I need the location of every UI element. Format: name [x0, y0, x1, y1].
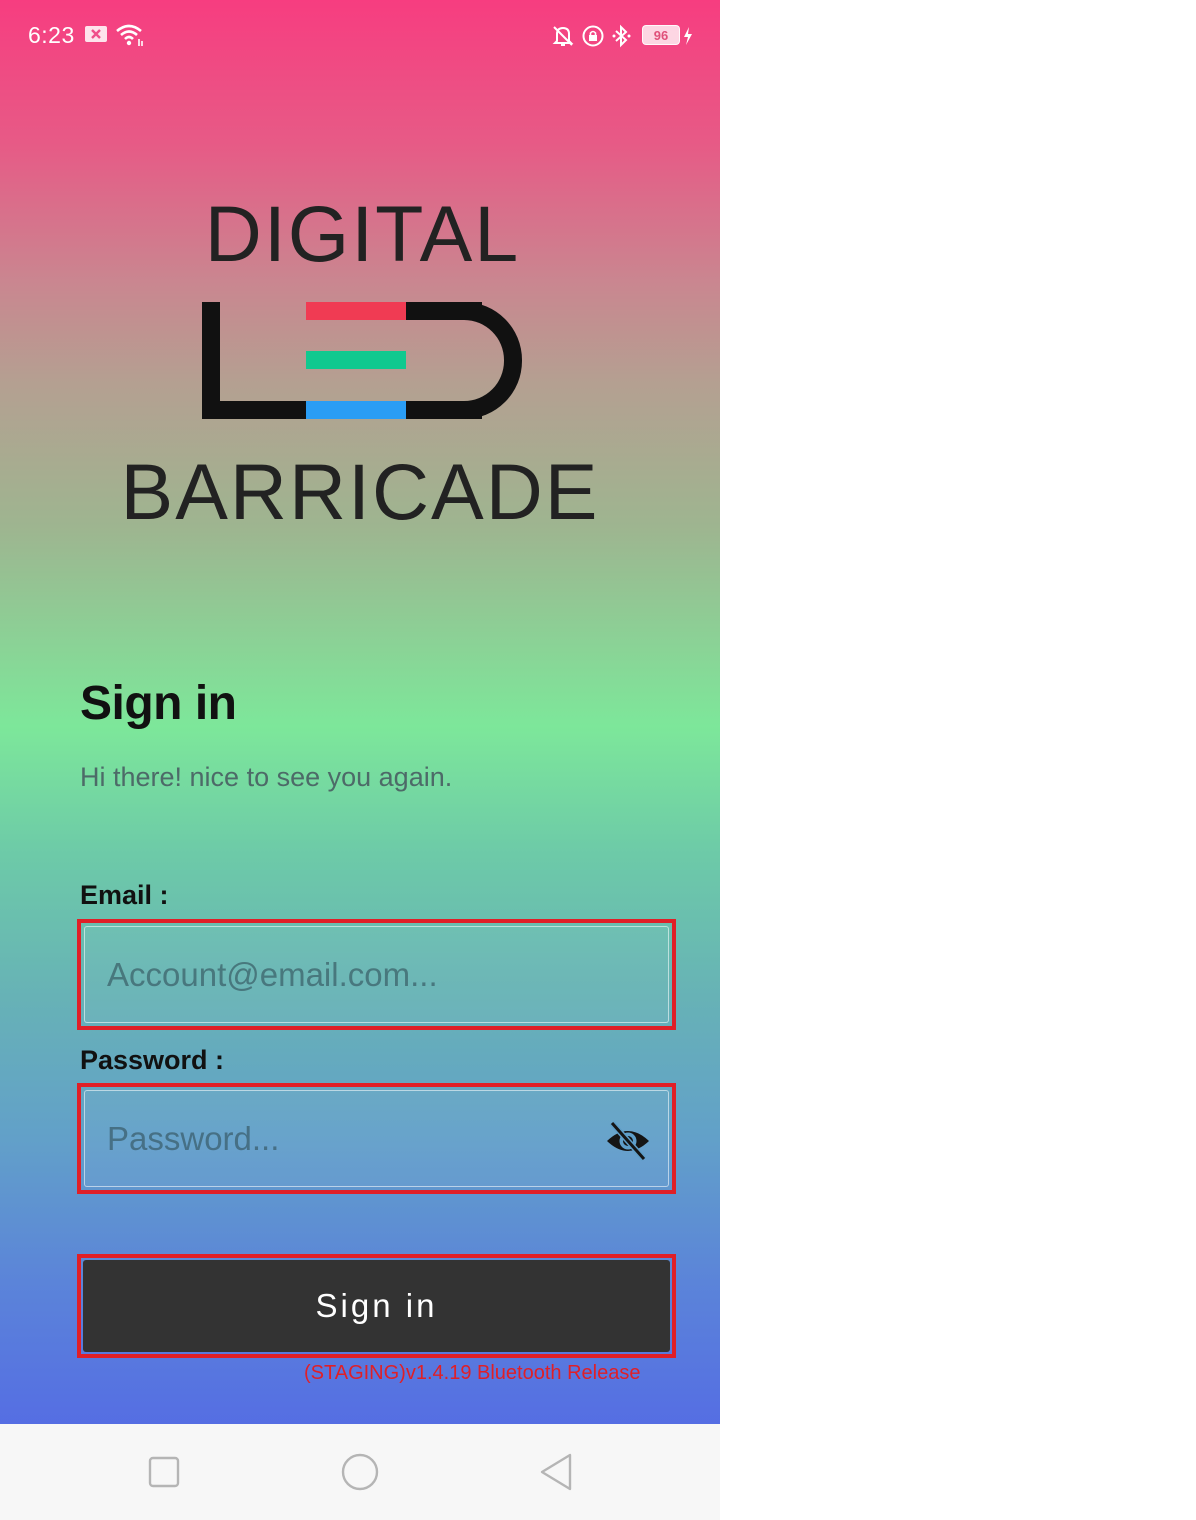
- lock-rotation-icon: [581, 24, 605, 53]
- charging-icon: [683, 26, 693, 51]
- email-field-box: [84, 926, 669, 1023]
- password-field-box: [84, 1090, 669, 1187]
- email-field[interactable]: [85, 927, 668, 1022]
- app-background: 6:23 96 DIGITAL BARRICADE Sign in Hi the…: [0, 0, 720, 1424]
- email-label: Email :: [80, 880, 169, 910]
- home-icon[interactable]: [338, 1450, 382, 1494]
- status-bar: 6:23 96: [0, 0, 720, 74]
- mail-icon: [84, 24, 108, 49]
- battery-icon: 96: [642, 25, 680, 45]
- password-field-highlight: [77, 1083, 676, 1194]
- navigation-bar: [0, 1424, 720, 1520]
- logo-top-text: DIGITAL: [204, 189, 521, 278]
- back-icon[interactable]: [534, 1450, 578, 1494]
- status-time: 6:23: [28, 22, 75, 48]
- password-field[interactable]: [85, 1091, 668, 1186]
- bluetooth-icon: [610, 24, 634, 53]
- logo-bottom-text: BARRICADE: [120, 447, 600, 536]
- email-field-highlight: [77, 919, 676, 1030]
- page-title: Sign in: [80, 677, 237, 730]
- toggle-visibility-icon[interactable]: [604, 1117, 652, 1165]
- logo-green-bar: [306, 351, 406, 369]
- logo-d-curve: [438, 302, 522, 419]
- page-subtitle: Hi there! nice to see you again.: [80, 762, 453, 792]
- sign-in-button[interactable]: Sign in: [83, 1260, 670, 1352]
- phone-screen: 6:23 96 DIGITAL BARRICADE Sign in Hi the…: [0, 0, 720, 1520]
- logo-red-bar: [306, 302, 406, 320]
- app-logo: DIGITAL BARRICADE: [118, 190, 602, 535]
- wifi-icon: [114, 22, 146, 53]
- logo-l-foot: [202, 401, 310, 419]
- password-label: Password :: [80, 1045, 225, 1075]
- mute-icon: [552, 24, 574, 53]
- version-text: (STAGING)v1.4.19 Bluetooth Release: [304, 1362, 641, 1384]
- signin-button-highlight: Sign in: [77, 1254, 676, 1358]
- logo-blue-bar: [306, 401, 406, 419]
- recent-apps-icon[interactable]: [142, 1450, 186, 1494]
